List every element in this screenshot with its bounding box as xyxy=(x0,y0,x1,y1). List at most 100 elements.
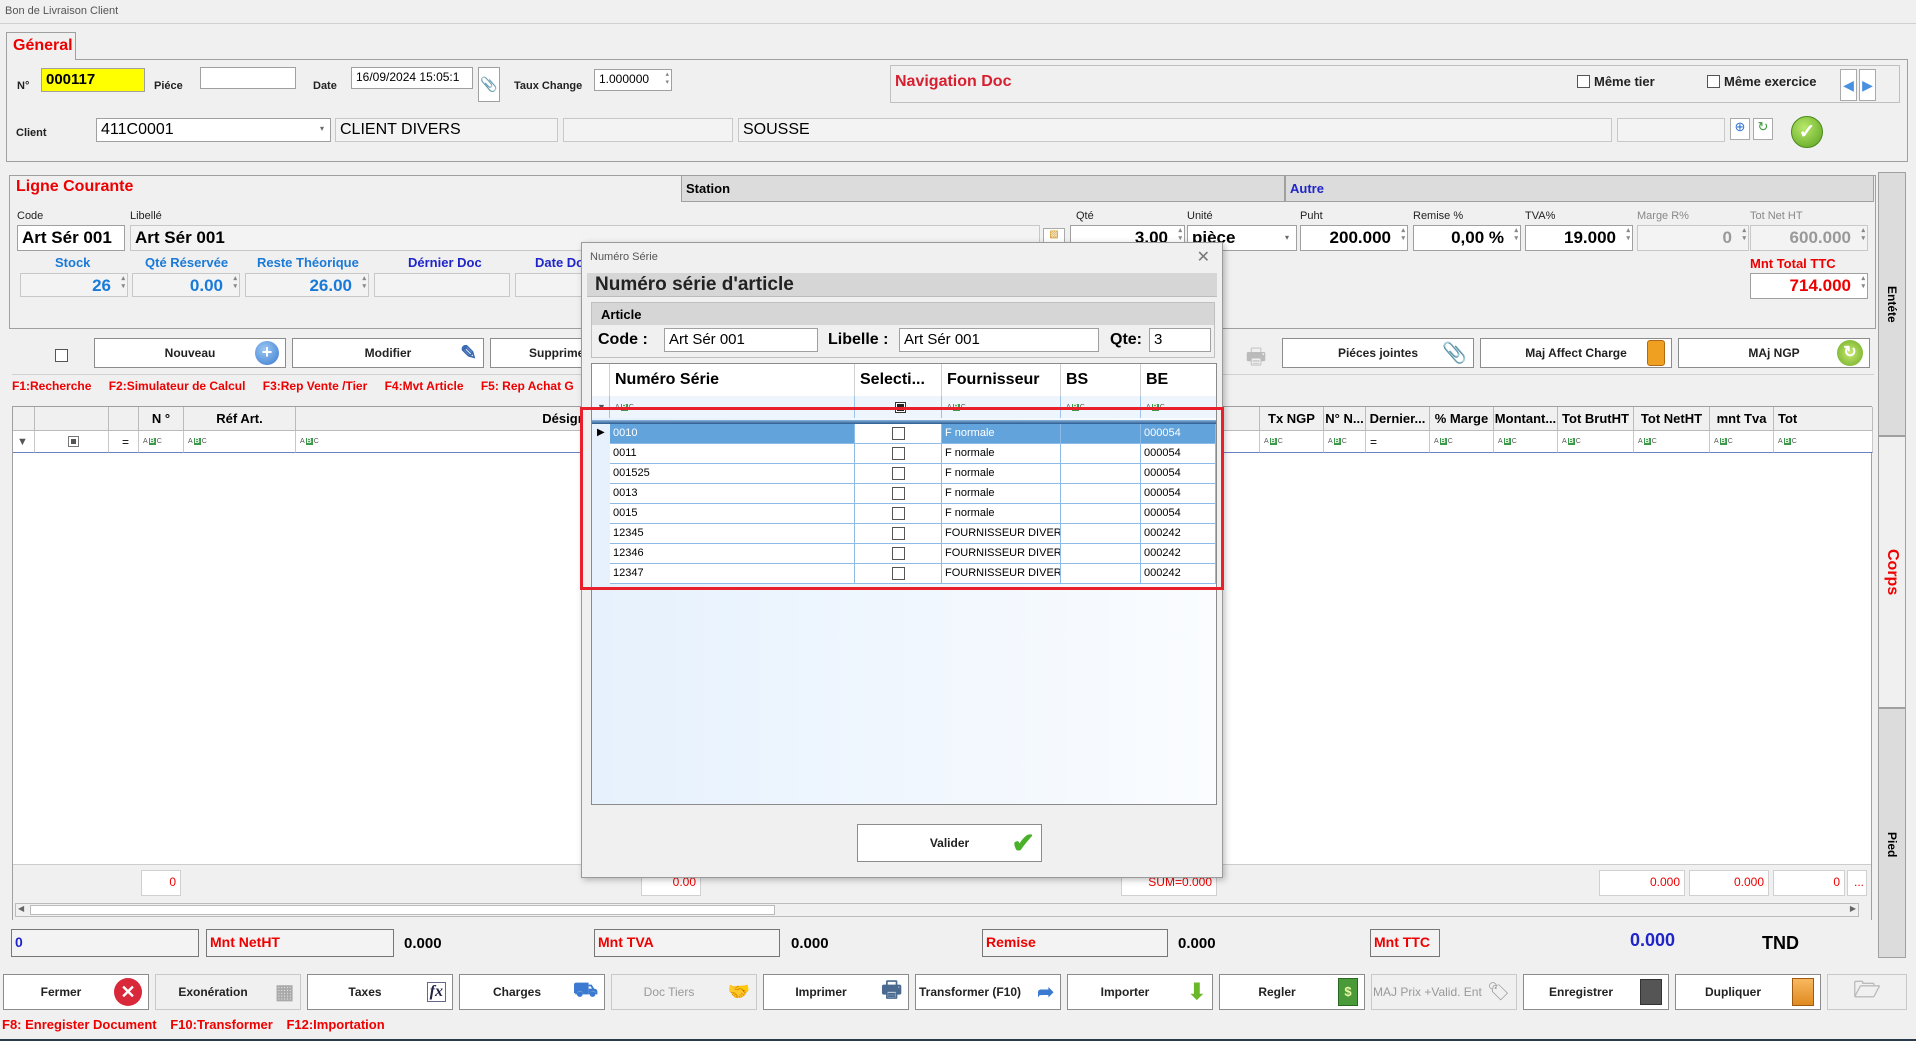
serial-select-cell[interactable] xyxy=(855,564,942,584)
filter-abc-icon[interactable]: ABC xyxy=(1710,431,1774,453)
importer-button[interactable]: Importer ⬇ xyxy=(1067,974,1213,1010)
serial-select-checkbox[interactable] xyxy=(891,487,905,500)
serial-select-checkbox[interactable] xyxy=(891,427,905,440)
scroll-left-icon[interactable]: ◀ xyxy=(18,904,24,913)
date-doc-field[interactable] xyxy=(515,273,585,297)
grid-header-blank[interactable] xyxy=(109,407,139,431)
taux-change-field[interactable]: 1.000000 xyxy=(594,69,672,91)
filter-abc-icon[interactable]: ABC xyxy=(184,431,296,453)
filter-abc-icon[interactable]: ABC xyxy=(1494,431,1558,453)
serial-select-checkbox[interactable] xyxy=(891,547,905,560)
mnt-total-ttc-field[interactable]: 714.000 xyxy=(1750,273,1868,299)
client-name-field[interactable]: CLIENT DIVERS xyxy=(335,118,558,142)
supprimer-button[interactable]: Supprimer xyxy=(490,338,590,368)
validate-client-button[interactable]: ✓ xyxy=(1791,116,1823,148)
filter-abc-icon[interactable]: ABC xyxy=(610,396,855,418)
serial-select-checkbox[interactable] xyxy=(891,467,905,480)
serial-header-numero[interactable]: Numéro Série xyxy=(610,364,855,396)
serial-row[interactable]: 12346 FOURNISSEUR DIVERS 000242 xyxy=(610,544,1216,564)
piece-field[interactable] xyxy=(200,67,296,89)
filter-abc-icon[interactable]: ABC xyxy=(1061,396,1141,418)
filter-equals-icon[interactable]: = xyxy=(109,431,139,453)
serial-row[interactable]: 0011 F normale 000054 xyxy=(610,444,1216,464)
serial-row[interactable]: 0010 F normale 000054 xyxy=(610,424,1216,444)
maj-ngp-button[interactable]: MAj NGP ↻ xyxy=(1678,338,1870,368)
tab-autre[interactable]: Autre xyxy=(1285,175,1874,202)
grid-header-tot-netht[interactable]: Tot NetHT xyxy=(1634,407,1710,431)
serial-header-be[interactable]: BE xyxy=(1141,364,1216,396)
side-tab-corps[interactable]: Corps xyxy=(1878,436,1906,708)
serial-select-checkbox[interactable] xyxy=(891,447,905,460)
filter-abc-icon[interactable]: ABC xyxy=(1324,431,1366,453)
filter-abc-icon[interactable]: ABC xyxy=(1141,396,1216,418)
serial-select-cell[interactable] xyxy=(855,424,942,444)
remise-field[interactable]: 0,00 % xyxy=(1413,225,1521,251)
valider-button[interactable]: Valider ✔ xyxy=(857,824,1042,862)
tab-general[interactable]: Géneral xyxy=(6,32,76,60)
filter-abc-icon[interactable]: ABC xyxy=(1558,431,1634,453)
client-field-3[interactable] xyxy=(563,118,733,142)
grid-header-montant[interactable]: Montant... xyxy=(1494,407,1558,431)
filter-abc-icon[interactable]: ABC xyxy=(1430,431,1494,453)
modifier-button[interactable]: Modifier ✎ xyxy=(292,338,484,368)
grid-header-select[interactable] xyxy=(35,407,109,431)
serial-row[interactable]: 12345 FOURNISSEUR DIVERS 000242 xyxy=(610,524,1216,544)
meme-exercice-checkbox[interactable] xyxy=(1707,75,1720,88)
horizontal-scrollbar[interactable]: ◀ ▶ xyxy=(15,903,1859,917)
client-city-field[interactable]: SOUSSE xyxy=(738,118,1612,142)
serial-select-cell[interactable] xyxy=(855,464,942,484)
dialog-libelle-field[interactable]: Art Sér 001 xyxy=(899,328,1099,352)
filter-abc-icon[interactable]: ABC xyxy=(942,396,1061,418)
grid-header-mnt-tva[interactable]: mnt Tva xyxy=(1710,407,1774,431)
scroll-right-icon[interactable]: ▶ xyxy=(1850,904,1856,913)
serial-row[interactable]: 001525 F normale 000054 xyxy=(610,464,1216,484)
serial-select-cell[interactable] xyxy=(855,504,942,524)
serial-select-cell[interactable] xyxy=(855,484,942,504)
side-tab-pied[interactable]: Pied xyxy=(1878,708,1906,958)
exoneration-button[interactable]: Exonération ▦ xyxy=(155,974,301,1010)
puht-field[interactable]: 200.000 xyxy=(1300,225,1408,251)
filter-select-checkbox[interactable] xyxy=(35,431,109,453)
serial-select-cell[interactable] xyxy=(855,444,942,464)
filter-abc-icon[interactable]: ABC xyxy=(139,431,184,453)
tab-station[interactable]: Station xyxy=(681,175,1285,202)
serial-row[interactable]: 12347 FOURNISSEUR DIVERS 000242 xyxy=(610,564,1216,584)
code-field[interactable]: Art Sér 001 xyxy=(17,225,125,251)
serial-select-cell[interactable] xyxy=(855,524,942,544)
grid-header-tx-ngp[interactable]: Tx NGP xyxy=(1260,407,1324,431)
fermer-button[interactable]: Fermer ✕ xyxy=(3,974,149,1010)
filter-abc-icon[interactable]: ABC xyxy=(1774,431,1873,453)
tva-field[interactable]: 19.000 xyxy=(1525,225,1633,251)
grid-header-tot-brutht[interactable]: Tot BrutHT xyxy=(1558,407,1634,431)
filter-row-icon[interactable]: ▼ xyxy=(592,396,610,418)
add-client-icon[interactable]: ⊕ xyxy=(1730,118,1750,140)
filter-abc-icon[interactable]: ABC xyxy=(1260,431,1324,453)
regler-button[interactable]: Regler $ xyxy=(1219,974,1365,1010)
serial-header-fournisseur[interactable]: Fournisseur xyxy=(942,364,1061,396)
side-tab-entete[interactable]: Entéte xyxy=(1878,172,1906,436)
meme-tier-checkbox[interactable] xyxy=(1577,75,1590,88)
paperclip-icon[interactable]: 📎 xyxy=(478,67,500,102)
dernier-doc-field[interactable] xyxy=(374,273,510,297)
maj-prix-button[interactable]: MAJ Prix +Valid. Ent 🏷 xyxy=(1371,974,1517,1010)
serial-header-bs[interactable]: BS xyxy=(1061,364,1141,396)
serial-select-checkbox[interactable] xyxy=(891,567,905,580)
maj-affect-charge-button[interactable]: Maj Affect Charge xyxy=(1480,338,1672,368)
select-all-checkbox[interactable] xyxy=(55,349,68,362)
serial-row[interactable]: 0013 F normale 000054 xyxy=(610,484,1216,504)
filter-selection-checkbox[interactable] xyxy=(855,396,942,418)
serial-grid[interactable]: Numéro Série Selecti... Fournisseur BS B… xyxy=(591,363,1217,805)
client-field-5[interactable] xyxy=(1617,118,1725,142)
tot-net-ht-field[interactable]: 600.000 xyxy=(1750,225,1868,251)
serial-select-checkbox[interactable] xyxy=(891,507,905,520)
nav-prev-button[interactable]: ◀ xyxy=(1840,69,1857,101)
stock-field[interactable]: 26 xyxy=(20,273,128,297)
scrollbar-thumb[interactable] xyxy=(30,905,775,915)
filter-abc-icon[interactable]: ABC xyxy=(1634,431,1710,453)
doc-tiers-button[interactable]: Doc Tiers 🤝 xyxy=(611,974,757,1010)
client-code-select[interactable]: 411C0001 xyxy=(96,118,331,142)
serial-select-checkbox[interactable] xyxy=(891,527,905,540)
dialog-code-field[interactable]: Art Sér 001 xyxy=(664,328,818,352)
taxes-button[interactable]: Taxes fx xyxy=(307,974,453,1010)
open-folder-button[interactable]: 🗁 xyxy=(1827,974,1907,1010)
